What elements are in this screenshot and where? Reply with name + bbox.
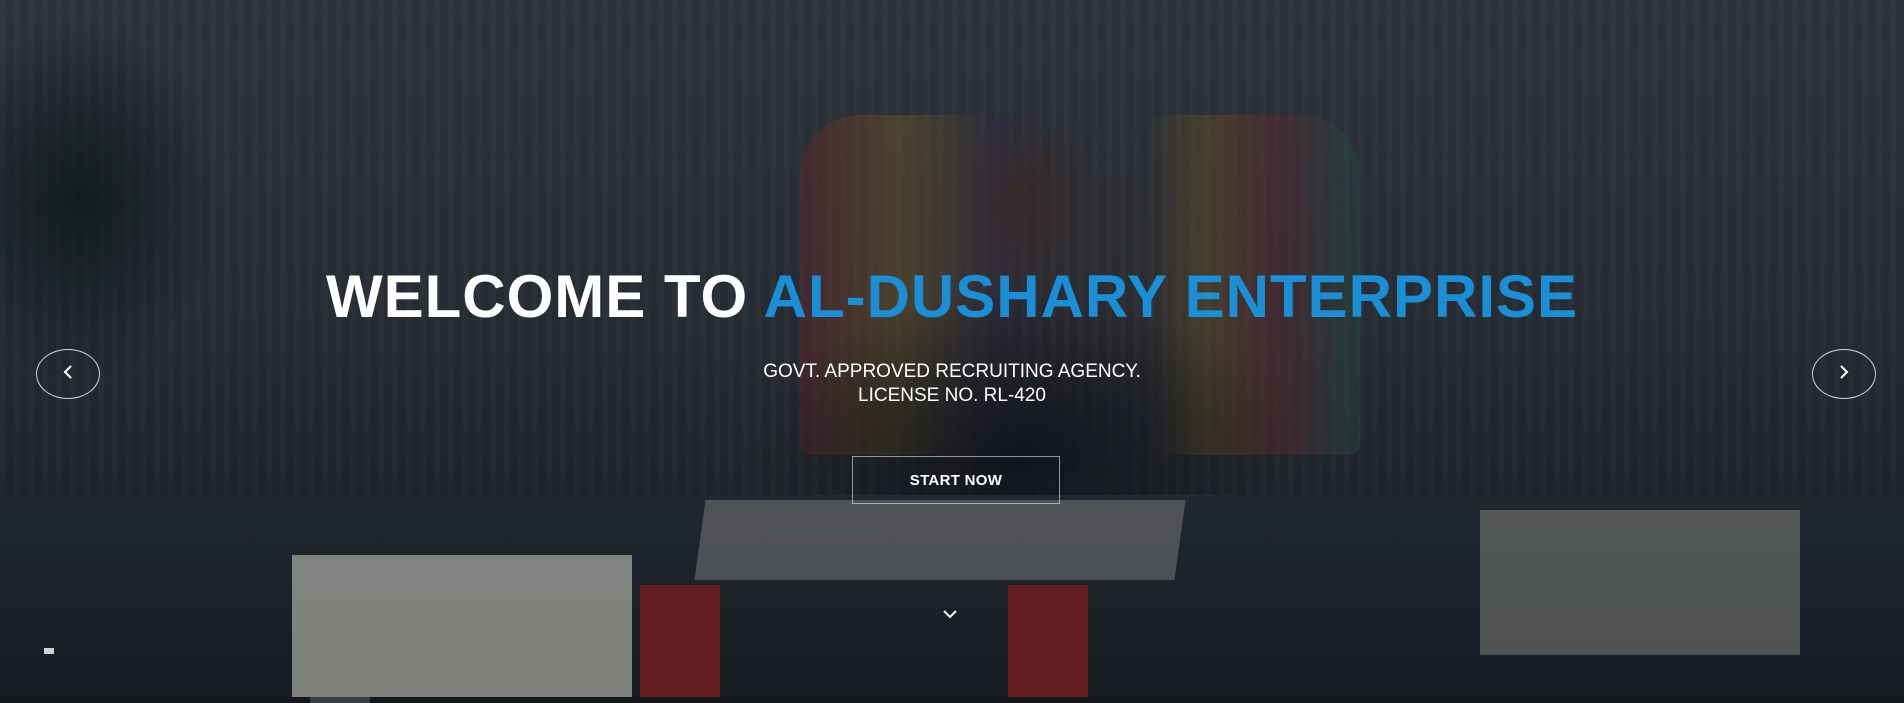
dark-overlay	[0, 0, 1904, 703]
slider-prev-button[interactable]	[36, 349, 100, 399]
hero-subtitle: GOVT. APPROVED RECRUITING AGENCY. LICENS…	[0, 360, 1904, 408]
slider-next-button[interactable]	[1812, 349, 1876, 399]
hero-slider: WELCOME TO AL-DUSHARY ENTERPRISE GOVT. A…	[0, 0, 1904, 703]
headline-company-name: AL-DUSHARY ENTERPRISE	[763, 263, 1579, 330]
headline-welcome: WELCOME TO	[325, 263, 749, 330]
subtitle-line-2: LICENSE NO. RL-420	[858, 385, 1046, 406]
start-now-button[interactable]: START NOW	[852, 456, 1060, 504]
chevron-down-icon	[942, 606, 958, 624]
bottom-bar-segment	[310, 697, 370, 703]
scroll-down-button[interactable]	[940, 608, 960, 622]
hero-headline: WELCOME TO AL-DUSHARY ENTERPRISE	[0, 262, 1904, 332]
subtitle-line-1: GOVT. APPROVED RECRUITING AGENCY.	[763, 361, 1141, 382]
decorative-dot	[44, 648, 54, 654]
chevron-left-icon	[61, 364, 75, 385]
chevron-right-icon	[1837, 364, 1851, 385]
bottom-bar	[0, 697, 1904, 703]
